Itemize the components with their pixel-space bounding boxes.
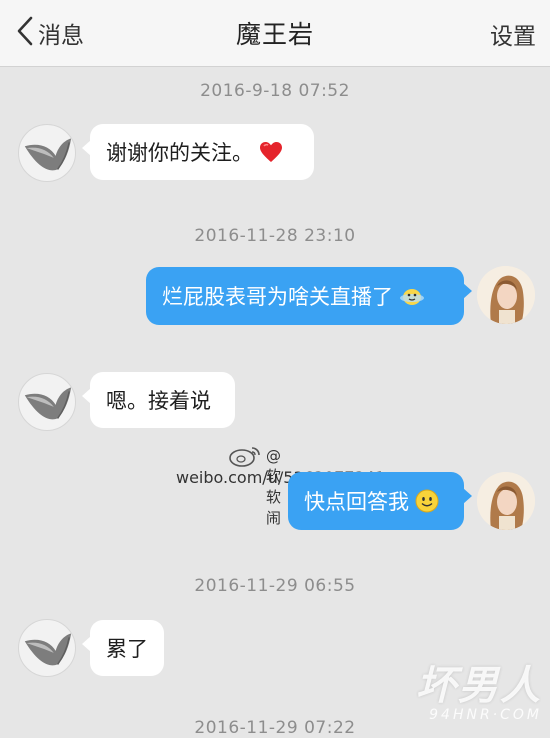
user-avatar[interactable] [477, 266, 535, 324]
site-watermark: 坏男人 94HNR·COM [416, 653, 542, 723]
whale-tail-icon [24, 138, 72, 171]
message-text: 快点回答我 [304, 490, 409, 514]
sweat-smile-icon [399, 285, 425, 307]
watermark-logo-text: 坏男人 [416, 663, 542, 709]
message-timestamp: 2016-11-29 06:55 [194, 576, 356, 596]
outgoing-message-bubble[interactable]: 烂屁股表哥为啥关直播了 [146, 267, 472, 325]
incoming-message-bubble[interactable]: 累了 [82, 620, 164, 676]
contact-avatar[interactable] [18, 373, 76, 431]
contact-avatar[interactable] [18, 619, 76, 677]
contact-avatar[interactable] [18, 124, 76, 182]
watermark-domain: 94HNR·COM [429, 707, 542, 723]
watermark-handle: @软软闹 [266, 447, 282, 527]
settings-button[interactable]: 设置 [490, 17, 536, 51]
incoming-message-bubble[interactable]: 谢谢你的关注。 [82, 124, 314, 180]
profile-photo-icon [477, 266, 535, 324]
incoming-message-bubble[interactable]: 嗯。接着说 [82, 372, 235, 428]
whale-tail-icon [24, 633, 72, 666]
message-text: 嗯。接着说 [106, 389, 211, 413]
heart-icon [259, 141, 283, 163]
message-timestamp: 2016-11-28 23:10 [194, 226, 356, 246]
whale-tail-icon [24, 387, 72, 420]
chat-title: 魔王岩 [235, 20, 314, 49]
user-avatar[interactable] [477, 472, 535, 530]
navigation-bar: 消息 魔王岩 设置 [0, 0, 550, 67]
outgoing-message-bubble[interactable]: 快点回答我 [288, 472, 472, 530]
smile-icon [415, 489, 439, 513]
message-timestamp: 2016-9-18 07:52 [200, 81, 350, 101]
message-text: 累了 [106, 637, 148, 661]
message-text: 烂屁股表哥为啥关直播了 [162, 285, 393, 309]
profile-photo-icon [477, 472, 535, 530]
message-text: 谢谢你的关注。 [106, 141, 253, 165]
